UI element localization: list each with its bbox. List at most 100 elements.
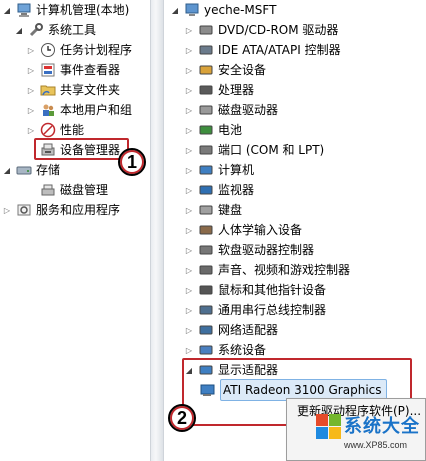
expand-arrow-icon[interactable]: ▷: [26, 45, 36, 55]
device-category-icon: [198, 62, 214, 78]
device-category[interactable]: ▷ 端口 (COM 和 LPT): [184, 140, 324, 160]
device-category[interactable]: ▷ 处理器: [184, 80, 254, 100]
device-category-icon: [198, 282, 214, 298]
tree-node-label: 性能: [60, 123, 85, 137]
tree-node-disk-management[interactable]: 磁盘管理: [40, 180, 108, 200]
device-tree-pane[interactable]: ◢ yeche-MSFT ▷ DVD/CD-ROM 驱动器 ▷ IDE ATA/ATA…: [164, 0, 426, 461]
device-category-label: 键盘: [218, 203, 243, 217]
collapse-arrow-icon[interactable]: ◢: [2, 165, 12, 175]
expand-arrow-icon[interactable]: ▷: [184, 145, 194, 155]
device-category-label: 网络适配器: [218, 323, 279, 337]
device-category-label: 系统设备: [218, 343, 267, 357]
expand-arrow-icon[interactable]: ▷: [184, 245, 194, 255]
expand-arrow-icon[interactable]: ▷: [26, 105, 36, 115]
watermark-title: 系统大全: [344, 416, 420, 436]
device-category-label: 电池: [218, 123, 243, 137]
tree-node-event-viewer[interactable]: ▷ 事件查看器: [26, 60, 120, 80]
expand-arrow-icon[interactable]: ▷: [184, 105, 194, 115]
computer-icon: [184, 2, 200, 18]
device-category-icon: [198, 22, 214, 38]
callout-number: 2: [176, 407, 187, 428]
device-category-label: 监视器: [218, 183, 255, 197]
expand-arrow-icon[interactable]: ▷: [184, 285, 194, 295]
expand-arrow-icon[interactable]: ▷: [184, 25, 194, 35]
computer-name-label: yeche-MSFT: [204, 3, 277, 17]
tree-node-label: 计算机管理(本地): [36, 3, 130, 17]
device-category[interactable]: ▷ 监视器: [184, 180, 254, 200]
device-category[interactable]: ▷ 安全设备: [184, 60, 266, 80]
tree-node-label: 任务计划程序: [60, 43, 133, 57]
device-category[interactable]: ▷ 磁盘驱动器: [184, 100, 278, 120]
device-category[interactable]: ▷ 软盘驱动器控制器: [184, 240, 314, 260]
device-category-label: 端口 (COM 和 LPT): [218, 143, 325, 157]
device-category[interactable]: ▷ 电池: [184, 120, 242, 140]
expand-arrow-icon[interactable]: ▷: [184, 265, 194, 275]
highlight-box-device-manager: [34, 138, 129, 160]
computer-management-icon: [16, 2, 32, 18]
device-category[interactable]: ▷ IDE ATA/ATAPI 控制器: [184, 40, 341, 60]
tree-node-computer-management[interactable]: ◢ 计算机管理(本地): [2, 0, 129, 20]
expand-arrow-icon[interactable]: ▷: [2, 205, 12, 215]
tree-node-storage[interactable]: ◢ 存储: [2, 160, 60, 180]
expand-arrow-icon[interactable]: ▷: [26, 85, 36, 95]
device-category-label: 通用串行总线控制器: [218, 303, 327, 317]
console-tree-pane[interactable]: ◢ 计算机管理(本地) ◢ 系统工具 ▷ 任务计划程序 ▷ 事件查看器 ▷ 共享…: [0, 0, 150, 461]
tree-node-performance[interactable]: ▷ 性能: [26, 120, 84, 140]
expand-arrow-icon[interactable]: ▷: [184, 225, 194, 235]
device-category-label: 软盘驱动器控制器: [218, 243, 315, 257]
expand-arrow-icon[interactable]: ▷: [184, 325, 194, 335]
device-category-icon: [198, 322, 214, 338]
device-category[interactable]: ▷ 声音、视频和游戏控制器: [184, 260, 350, 280]
tree-node-task-scheduler[interactable]: ▷ 任务计划程序: [26, 40, 132, 60]
tree-node-local-users-groups[interactable]: ▷ 本地用户和组: [26, 100, 132, 120]
tree-node-system-tools[interactable]: ◢ 系统工具: [14, 20, 96, 40]
device-category-label: DVD/CD-ROM 驱动器: [218, 23, 339, 37]
device-category[interactable]: ▷ DVD/CD-ROM 驱动器: [184, 20, 339, 40]
tree-node-services-apps[interactable]: ▷ 服务和应用程序: [2, 200, 120, 220]
expand-arrow-icon[interactable]: ▷: [184, 45, 194, 55]
tree-node-label: 服务和应用程序: [36, 203, 121, 217]
performance-icon: [40, 122, 56, 138]
tree-node-label: 共享文件夹: [60, 83, 121, 97]
device-category[interactable]: ▷ 通用串行总线控制器: [184, 300, 326, 320]
device-category-icon: [198, 142, 214, 158]
expand-arrow-icon[interactable]: ▷: [184, 185, 194, 195]
device-category[interactable]: ▷ 键盘: [184, 200, 242, 220]
expand-arrow-icon[interactable]: ▷: [184, 305, 194, 315]
device-category-icon: [198, 262, 214, 278]
expand-arrow-icon[interactable]: ▷: [184, 85, 194, 95]
device-category-icon: [198, 182, 214, 198]
pane-splitter[interactable]: [150, 0, 164, 461]
tree-node-label: 磁盘管理: [60, 183, 109, 197]
watermark-url: www.XP85.com: [344, 440, 408, 450]
device-tree-root[interactable]: ◢ yeche-MSFT: [170, 0, 276, 20]
device-category-label: 声音、视频和游戏控制器: [218, 263, 351, 277]
device-category-icon: [198, 162, 214, 178]
tree-node-shared-folders[interactable]: ▷ 共享文件夹: [26, 80, 120, 100]
callout-badge-2: 2: [168, 404, 196, 432]
expand-arrow-icon[interactable]: ▷: [184, 205, 194, 215]
device-category[interactable]: ▷ 网络适配器: [184, 320, 278, 340]
collapse-arrow-icon[interactable]: ◢: [2, 5, 12, 15]
shared-folder-icon: [40, 82, 56, 98]
services-icon: [16, 202, 32, 218]
tools-icon: [28, 22, 44, 38]
expand-arrow-icon[interactable]: ▷: [26, 125, 36, 135]
collapse-arrow-icon[interactable]: ◢: [14, 25, 24, 35]
device-category[interactable]: ▷ 鼠标和其他指针设备: [184, 280, 326, 300]
collapse-arrow-icon[interactable]: ◢: [170, 5, 180, 15]
tree-node-label: 系统工具: [48, 23, 97, 37]
device-category[interactable]: ▷ 计算机: [184, 160, 254, 180]
device-category-icon: [198, 122, 214, 138]
expand-arrow-icon[interactable]: ▷: [184, 65, 194, 75]
device-category-label: 安全设备: [218, 63, 267, 77]
device-category-label: 计算机: [218, 163, 255, 177]
expand-arrow-icon[interactable]: ▷: [184, 165, 194, 175]
device-category[interactable]: ▷ 人体学输入设备: [184, 220, 302, 240]
expand-arrow-icon[interactable]: ▷: [184, 345, 194, 355]
device-category[interactable]: ▷ 系统设备: [184, 340, 266, 360]
expand-arrow-icon[interactable]: ▷: [184, 125, 194, 135]
device-category-icon: [198, 222, 214, 238]
expand-arrow-icon[interactable]: ▷: [26, 65, 36, 75]
tree-node-label: 事件查看器: [60, 63, 121, 77]
